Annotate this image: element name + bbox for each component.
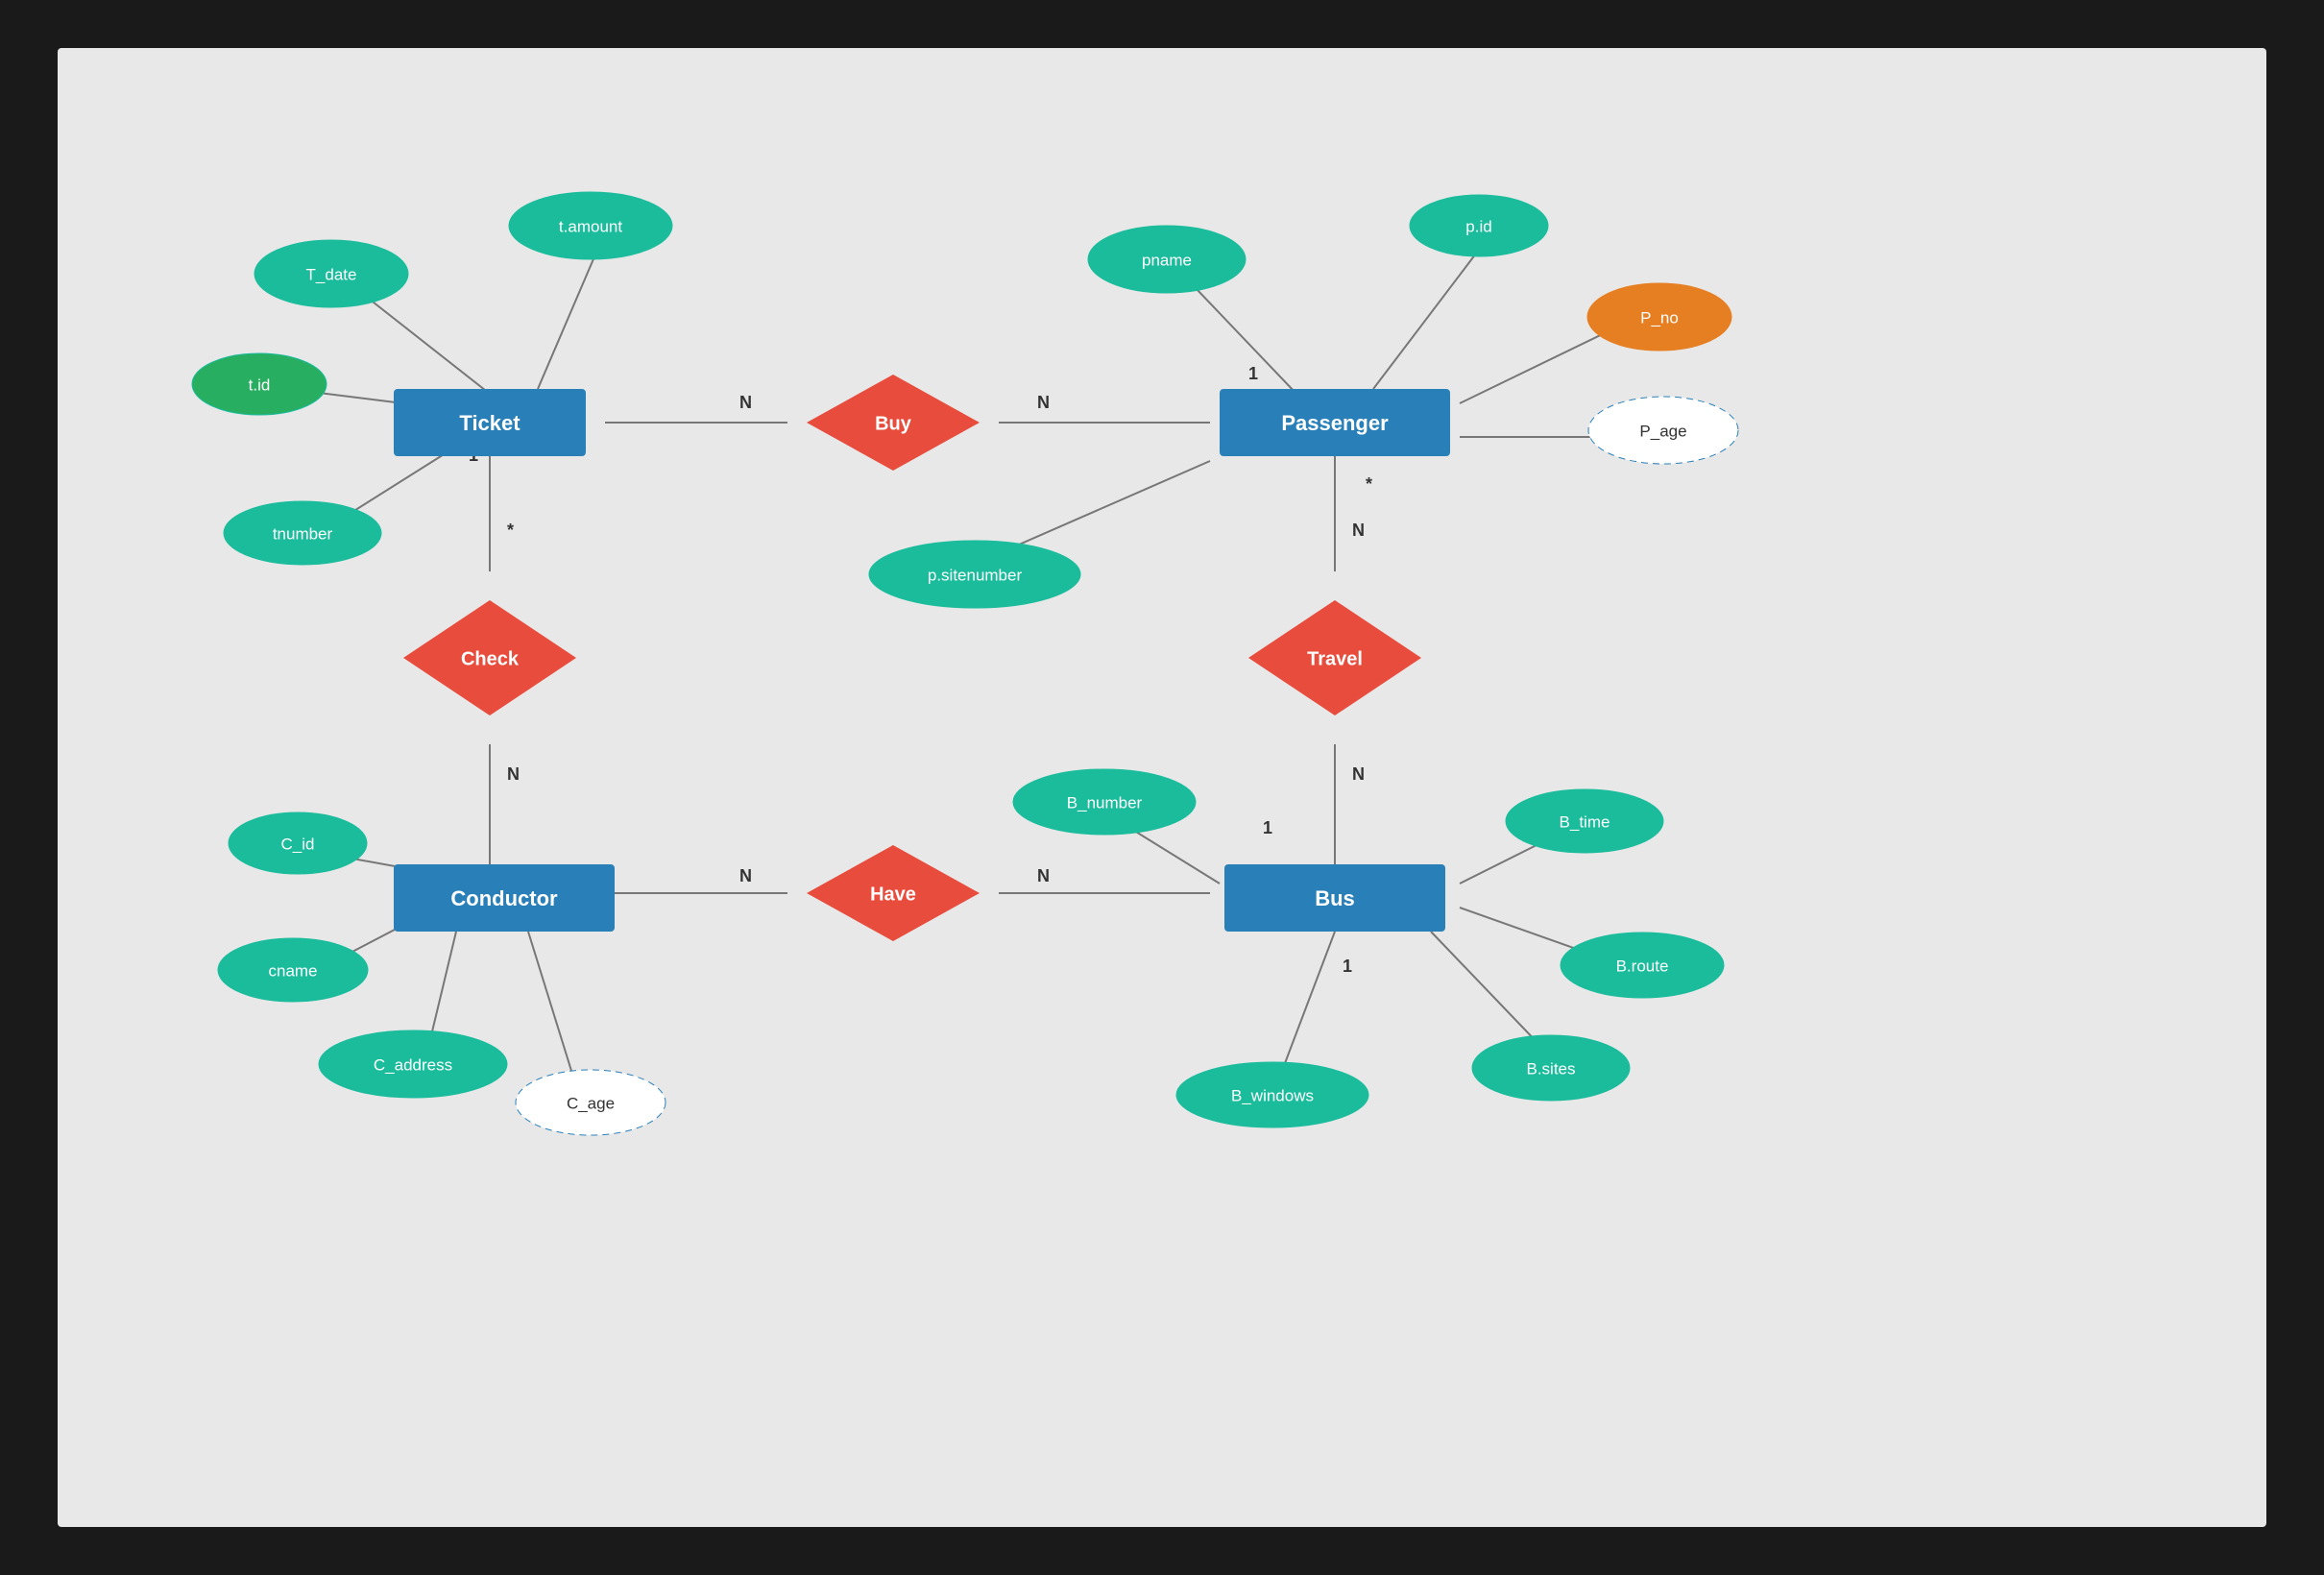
card-buy-pass-n: N (1037, 393, 1050, 412)
rel-check-label: Check (461, 648, 520, 669)
card-check-cond-n: N (507, 764, 520, 784)
attr-pname-label: pname (1142, 251, 1192, 269)
card-ticket-check-star: * (507, 521, 514, 540)
attr-b-number-label: B_number (1067, 793, 1143, 812)
card-bus-1-travel: 1 (1263, 818, 1272, 837)
card-bus-1-have: 1 (1343, 957, 1352, 976)
attr-p-id-label: p.id (1465, 217, 1491, 235)
attr-c-address-label: C_address (374, 1055, 452, 1074)
card-ticket-buy-n: N (739, 393, 752, 412)
attr-p-age-label: P_age (1639, 422, 1686, 440)
attr-tnumber-label: tnumber (273, 524, 333, 543)
attr-b-time-label: B_time (1560, 812, 1610, 831)
er-diagram-svg: N N 1 * N 1 1 N * N 1 N N 1 Ticket Passe… (58, 48, 2266, 1527)
er-diagram-canvas: N N 1 * N 1 1 N * N 1 N N 1 Ticket Passe… (58, 48, 2266, 1527)
attr-t-id-label: t.id (249, 376, 271, 394)
attr-p-no-label: P_no (1640, 308, 1679, 327)
card-have-bus-n: N (1037, 866, 1050, 885)
attr-c-id-label: C_id (281, 835, 315, 853)
attr-c-age-label: C_age (567, 1094, 615, 1112)
attr-t-date-label: T_date (306, 265, 357, 283)
attr-b-sites-label: B.sites (1526, 1059, 1575, 1078)
rel-buy-label: Buy (875, 413, 912, 434)
rel-travel-label: Travel (1307, 648, 1363, 669)
attr-p-sitenumber-label: p.sitenumber (928, 566, 1023, 584)
entity-bus-label: Bus (1315, 886, 1355, 910)
card-pass-travel-n: N (1352, 521, 1365, 540)
entity-conductor-label: Conductor (450, 886, 558, 910)
card-pass-1: 1 (1248, 364, 1258, 383)
card-cond-have-n: N (739, 866, 752, 885)
card-pass-travel-star: * (1366, 474, 1372, 494)
entity-ticket-label: Ticket (459, 411, 520, 435)
rel-have-label: Have (870, 884, 916, 905)
entity-passenger-label: Passenger (1281, 411, 1389, 435)
attr-cname-label: cname (268, 961, 317, 980)
attr-b-windows-label: B_windows (1231, 1086, 1314, 1104)
attr-t-amount-label: t.amount (559, 217, 622, 235)
attr-b-route-label: B.route (1616, 957, 1669, 975)
card-travel-bus-n: N (1352, 764, 1365, 784)
